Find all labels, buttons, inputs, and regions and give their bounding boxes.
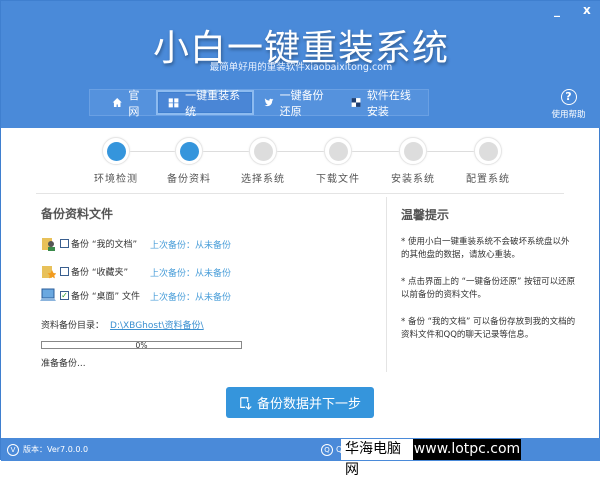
qq-icon: Q (321, 443, 333, 456)
step-indicator (474, 137, 502, 165)
step-2: 备份资料 (159, 137, 219, 185)
version-text: 版本：Ver7.0.0.0 (23, 445, 89, 454)
backup-checkbox[interactable] (60, 238, 69, 248)
step-1: 环境检测 (86, 137, 146, 185)
step-label: 备份资料 (167, 174, 211, 185)
divider (36, 193, 564, 194)
tip-item: * 备份 “我的文档” 可以备份存放到我的文档的资料文件和QQ的聊天记录等信息。 (401, 317, 576, 340)
backup-item: ✓ 备份 “桌面” 文件 (40, 287, 140, 303)
app-window: _ x 小白一键重装系统 最简单好用的重装软件xiaobaixitong.com… (0, 0, 600, 478)
windows-icon (168, 98, 179, 108)
bird-icon (264, 98, 274, 107)
header: _ x 小白一键重装系统 最简单好用的重装软件xiaobaixitong.com… (1, 1, 600, 128)
desktop-icon (40, 288, 56, 301)
minimize-button[interactable]: _ (554, 3, 560, 17)
close-button[interactable]: x (583, 3, 591, 17)
favorites-folder-icon (42, 266, 56, 279)
backup-section-title: 备份资料文件 (41, 207, 114, 221)
app-subtitle: 最简单好用的重装软件xiaobaixitong.com (209, 62, 393, 73)
backup-next-button[interactable]: 备份数据并下一步 (226, 387, 374, 418)
step-indicator (175, 137, 203, 165)
step-indicator (249, 137, 277, 165)
step-label: 下载文件 (316, 174, 360, 185)
last-backup-text: 上次备份：从未备份 (150, 241, 232, 251)
step-label: 选择系统 (241, 174, 285, 185)
backup-directory-link[interactable]: D:\XBGhost\资料备份\ (110, 321, 204, 331)
backup-directory: 资料备份目录： D:\XBGhost\资料备份\ (41, 321, 204, 331)
question-icon: ? (560, 89, 577, 105)
squares-icon (351, 98, 361, 107)
nav-reinstall-system[interactable]: 一键重装系统 (156, 89, 254, 118)
backup-progress-bar: 0% (41, 341, 242, 349)
step-label: 环境检测 (94, 174, 138, 185)
backup-item-label: 备份 “收藏夹” (71, 267, 129, 278)
nav-software-install[interactable]: 软件在线安装 (341, 89, 428, 118)
version-icon: V (7, 443, 19, 456)
backup-checkbox[interactable]: ✓ (60, 290, 69, 300)
backup-item: 备份 “我的文档” (40, 235, 137, 251)
step-4: 下载文件 (308, 137, 368, 185)
last-backup-text: 上次备份：从未备份 (150, 269, 232, 279)
last-backup-text: 上次备份：从未备份 (150, 293, 232, 303)
step-5: 安装系统 (383, 137, 443, 185)
home-icon (112, 97, 122, 108)
step-label: 配置系统 (466, 174, 510, 185)
backup-icon (240, 396, 252, 410)
help-button[interactable]: ? 使用帮助 (546, 89, 591, 120)
backup-status: 准备备份... (41, 359, 86, 369)
progress-steps: 环境检测 备份资料 选择系统 下载文件 安装系统 配置系统 (1, 131, 600, 191)
nav-backup-restore[interactable]: 一键备份还原 (254, 89, 341, 118)
tip-item: * 点击界面上的 “一键备份还原” 按钮可以还原以前备份的资料文件。 (401, 277, 576, 300)
step-indicator (399, 137, 427, 165)
step-6: 配置系统 (458, 137, 518, 185)
nav-official-site[interactable]: 官网 (90, 89, 156, 118)
backup-item-label: 备份 “桌面” 文件 (71, 291, 141, 302)
tips-title: 温馨提示 (401, 208, 450, 222)
backup-item-label: 备份 “我的文档” (71, 239, 138, 250)
backup-item: 备份 “收藏夹” (40, 263, 128, 279)
step-indicator (324, 137, 352, 165)
tip-item: * 使用小白一键重装系统不会破坏系统盘以外的其他盘的数据，请放心重装。 (401, 237, 570, 260)
main-nav: 官网 一键重装系统 一键备份还原 软件在线安装 (89, 89, 429, 118)
divider (386, 197, 387, 372)
documents-folder-icon (42, 238, 55, 251)
step-3: 选择系统 (233, 137, 293, 185)
step-label: 安装系统 (391, 174, 435, 185)
step-indicator (102, 137, 130, 165)
watermark: 华海电脑网 www.lotpc.com (341, 439, 521, 478)
backup-checkbox[interactable] (60, 266, 69, 276)
